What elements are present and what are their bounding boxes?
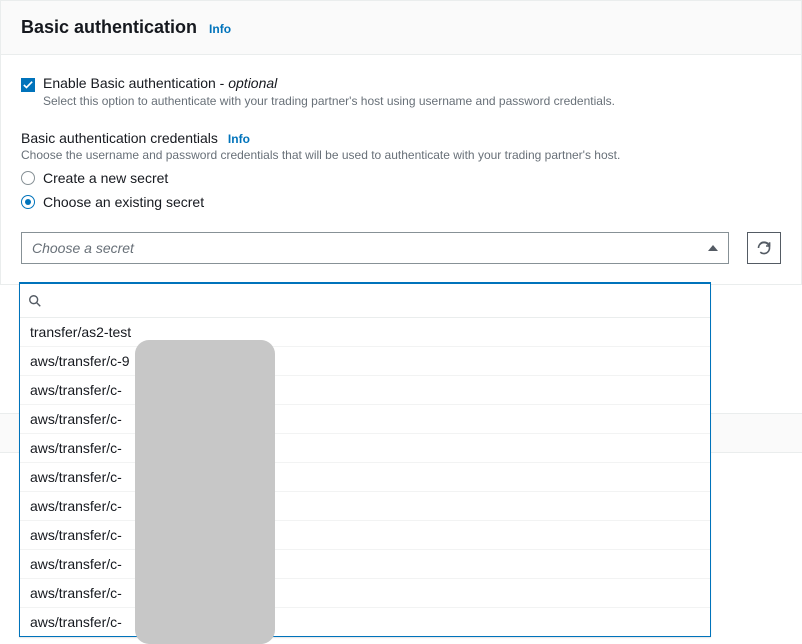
credentials-info-link[interactable]: Info: [228, 132, 250, 146]
dropdown-item[interactable]: aws/transfer/c-: [20, 579, 710, 608]
radio-choose[interactable]: [21, 195, 35, 209]
dropdown-item[interactable]: aws/transfer/c-9: [20, 347, 710, 376]
dropdown-list[interactable]: transfer/as2-testaws/transfer/c-9aws/tra…: [20, 318, 710, 636]
dropdown-item[interactable]: transfer/as2-test: [20, 318, 710, 347]
enable-checkbox-row[interactable]: Enable Basic authentication - optional: [21, 75, 781, 92]
secret-dropdown: transfer/as2-testaws/transfer/c-9aws/tra…: [19, 282, 711, 637]
dropdown-item[interactable]: aws/transfer/c-: [20, 492, 710, 521]
enable-checkbox[interactable]: [21, 78, 35, 92]
panel-header: Basic authentication Info: [1, 1, 801, 55]
select-row: Choose a secret: [21, 232, 781, 264]
dropdown-item[interactable]: aws/transfer/c-: [20, 405, 710, 434]
radio-choose-row[interactable]: Choose an existing secret: [21, 194, 781, 210]
basic-auth-panel: Basic authentication Info Enable Basic a…: [0, 0, 802, 285]
select-placeholder: Choose a secret: [32, 240, 134, 256]
refresh-icon: [756, 240, 772, 256]
radio-create-row[interactable]: Create a new secret: [21, 170, 781, 186]
dropdown-item[interactable]: aws/transfer/c-: [20, 434, 710, 463]
search-icon: [28, 294, 42, 308]
chevron-up-icon: [708, 245, 718, 251]
dropdown-item[interactable]: aws/transfer/c-: [20, 463, 710, 492]
credentials-label-row: Basic authentication credentials Info: [21, 130, 781, 146]
dropdown-search-input[interactable]: [48, 293, 702, 309]
credentials-label: Basic authentication credentials: [21, 130, 218, 146]
dropdown-item[interactable]: aws/transfer/c-: [20, 376, 710, 405]
credentials-help-text: Choose the username and password credent…: [21, 148, 781, 162]
dropdown-item[interactable]: aws/transfer/c-: [20, 521, 710, 550]
header-info-link[interactable]: Info: [209, 22, 231, 36]
dropdown-item[interactable]: aws/transfer/c-: [20, 608, 710, 636]
radio-choose-label: Choose an existing secret: [43, 194, 204, 210]
radio-create[interactable]: [21, 171, 35, 185]
check-icon: [23, 80, 33, 90]
radio-create-label: Create a new secret: [43, 170, 168, 186]
panel-body: Enable Basic authentication - optional S…: [1, 55, 801, 284]
dropdown-item[interactable]: aws/transfer/c-: [20, 550, 710, 579]
enable-help-text: Select this option to authenticate with …: [43, 94, 781, 108]
panel-title: Basic authentication: [21, 17, 197, 38]
dropdown-search-row: [20, 284, 710, 318]
redacted-overlay: [135, 340, 275, 644]
secret-select[interactable]: Choose a secret: [21, 232, 729, 264]
refresh-button[interactable]: [747, 232, 781, 264]
enable-label: Enable Basic authentication - optional: [43, 75, 277, 91]
